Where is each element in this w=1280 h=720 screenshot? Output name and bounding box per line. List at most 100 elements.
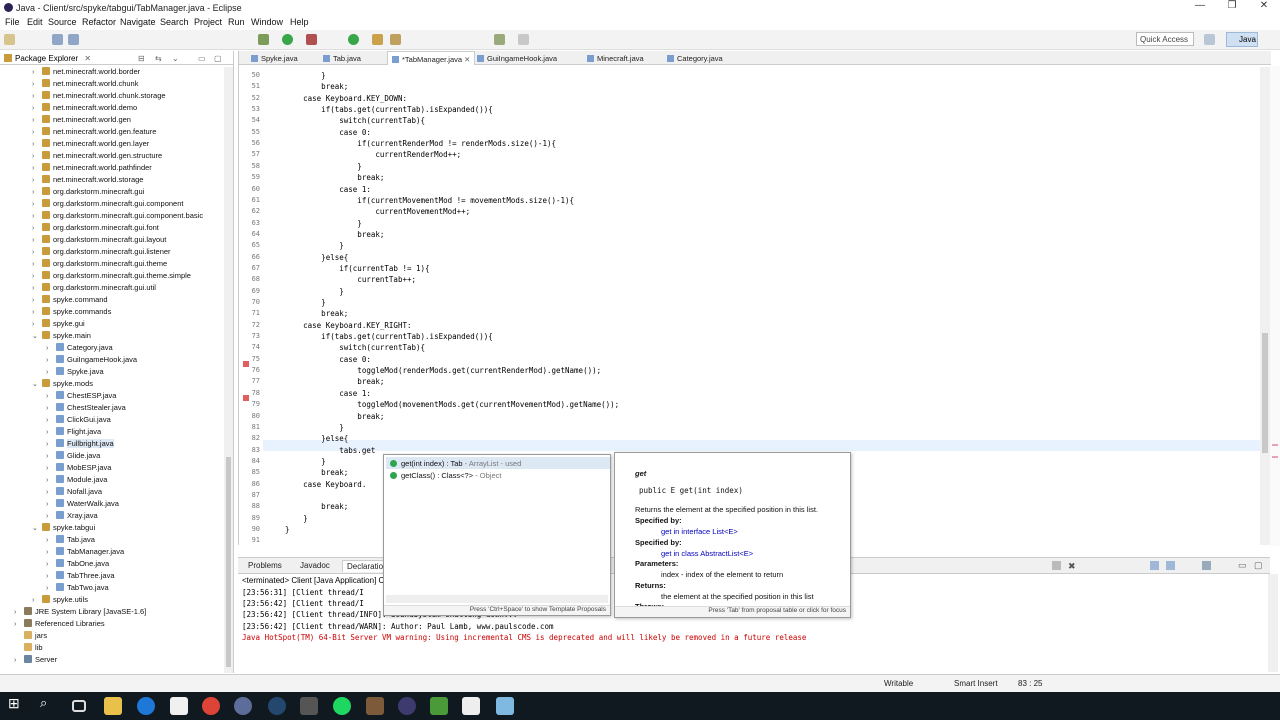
code-line[interactable]: case 1: [267, 389, 371, 398]
expand-toggle-icon[interactable]: › [46, 417, 56, 424]
tree-item-package[interactable]: › org.darkstorm.minecraft.gui.component.b… [32, 211, 203, 223]
tree-item-file[interactable]: › Xray.java [46, 511, 98, 523]
tree-item-file[interactable]: › Flight.java [46, 427, 101, 439]
code-line[interactable]: case Keyboard. [267, 480, 366, 489]
editor-scrollbar[interactable] [1260, 67, 1270, 545]
maximize-view-icon[interactable]: ▢ [214, 54, 222, 63]
tree-item-file[interactable]: › Module.java [46, 475, 107, 487]
tab-problems[interactable]: Problems [244, 560, 286, 571]
code-line[interactable]: currentMovementMod++; [267, 207, 470, 216]
code-line[interactable]: case Keyboard.KEY_DOWN: [267, 94, 407, 103]
expand-toggle-icon[interactable]: › [32, 129, 42, 136]
console-scrollbar[interactable] [1268, 574, 1278, 672]
code-line[interactable]: case Keyboard.KEY_RIGHT: [267, 321, 411, 330]
expand-toggle-icon[interactable]: › [32, 321, 42, 328]
code-line[interactable]: tabs.get [267, 446, 375, 455]
code-line[interactable]: break; [267, 377, 384, 386]
javadoc-specified-by[interactable]: get in interface List<E> [661, 527, 738, 536]
expand-toggle-icon[interactable]: › [32, 285, 42, 292]
editor-tab[interactable]: GuiIngameHook.java [473, 51, 561, 65]
editor-tab[interactable]: *TabManager.java ✕ [387, 51, 476, 65]
tree-item-package[interactable]: › net.minecraft.world.gen.layer [32, 139, 149, 151]
menu-navigate[interactable]: Navigate [120, 17, 156, 27]
new-java-class-icon[interactable] [348, 34, 359, 45]
expand-toggle-icon[interactable]: ⌄ [32, 524, 42, 532]
tree-item-file[interactable]: › GuiIngameHook.java [46, 355, 137, 367]
save-icon[interactable] [52, 34, 63, 45]
collapse-all-icon[interactable]: ⊟ [138, 54, 145, 63]
tree-item-package[interactable]: ⌄ spyke.tabgui [32, 523, 95, 535]
code-line[interactable]: if(currentRenderMod != renderMods.size()… [267, 139, 556, 148]
tree-item-package[interactable]: › org.darkstorm.minecraft.gui.listener [32, 247, 171, 259]
tree-item-package[interactable]: › net.minecraft.world.gen [32, 115, 131, 127]
perspective-java[interactable]: Java [1226, 32, 1258, 47]
code-line[interactable]: if(currentMovementMod != movementMods.si… [267, 196, 574, 205]
expand-toggle-icon[interactable]: › [46, 429, 56, 436]
spotify-icon[interactable] [333, 697, 351, 715]
expand-toggle-icon[interactable]: › [46, 369, 56, 376]
expand-toggle-icon[interactable]: › [46, 357, 56, 364]
expand-toggle-icon[interactable]: › [14, 657, 24, 664]
tree-item-package[interactable]: › net.minecraft.world.border [32, 67, 140, 79]
expand-toggle-icon[interactable]: › [46, 549, 56, 556]
tree-item-package[interactable]: jars [14, 631, 47, 643]
menu-run[interactable]: Run [228, 17, 245, 27]
expand-toggle-icon[interactable]: › [32, 93, 42, 100]
code-line[interactable]: switch(currentTab){ [267, 343, 425, 352]
expand-toggle-icon[interactable]: › [46, 537, 56, 544]
tree-item-file[interactable]: › Tab.java [46, 535, 95, 547]
expand-toggle-icon[interactable]: › [32, 597, 42, 604]
tree-item-package[interactable]: › org.darkstorm.minecraft.gui [32, 187, 144, 199]
open-type-icon[interactable] [372, 34, 383, 45]
tree-item-package[interactable]: › org.darkstorm.minecraft.gui.layout [32, 235, 166, 247]
editor-scrollbar-thumb[interactable] [1262, 333, 1268, 453]
expand-toggle-icon[interactable]: › [32, 213, 42, 220]
code-line[interactable]: break; [267, 82, 348, 91]
menu-file[interactable]: File [5, 17, 20, 27]
code-line[interactable]: break; [267, 309, 348, 318]
tree-item-package[interactable]: › org.darkstorm.minecraft.gui.util [32, 283, 156, 295]
search-icon[interactable]: ⌕ [40, 695, 58, 713]
code-line[interactable]: } [267, 423, 344, 432]
expand-toggle-icon[interactable]: › [14, 621, 24, 628]
editor-tab[interactable]: Tab.java [319, 51, 365, 65]
code-line[interactable]: } [267, 241, 344, 250]
proposal-hscrollbar[interactable] [386, 595, 608, 603]
expand-toggle-icon[interactable]: › [32, 273, 42, 280]
tree-item-package[interactable]: › net.minecraft.world.chunk.storage [32, 91, 166, 103]
expand-toggle-icon[interactable]: › [46, 477, 56, 484]
maximize-button[interactable]: ❐ [1216, 0, 1248, 15]
tree-item-file[interactable]: › Nofall.java [46, 487, 102, 499]
start-icon[interactable]: ⊞ [8, 695, 26, 713]
app-icon[interactable] [496, 697, 514, 715]
tree-item-file[interactable]: › WaterWalk.java [46, 499, 119, 511]
expand-toggle-icon[interactable]: › [32, 69, 42, 76]
tree-item-file[interactable]: › TabTwo.java [46, 583, 109, 595]
menu-project[interactable]: Project [194, 17, 222, 27]
tree-item-package[interactable]: › org.darkstorm.minecraft.gui.theme [32, 259, 167, 271]
chrome-icon[interactable] [202, 697, 220, 715]
expand-toggle-icon[interactable]: › [32, 141, 42, 148]
app-icon[interactable] [430, 697, 448, 715]
tree-item-package[interactable]: › net.minecraft.world.storage [32, 175, 143, 187]
app-icon[interactable] [300, 697, 318, 715]
code-line[interactable]: } [267, 298, 326, 307]
tree-item-file[interactable]: › TabOne.java [46, 559, 109, 571]
tree-item-file[interactable]: › TabManager.java [46, 547, 124, 559]
pin-console-icon[interactable] [1166, 561, 1175, 570]
tree-item-package[interactable]: › net.minecraft.world.gen.structure [32, 151, 162, 163]
minimize-button[interactable]: — [1184, 0, 1216, 15]
debug-icon[interactable] [258, 34, 269, 45]
tree-item-package[interactable]: ⌄ spyke.main [32, 331, 91, 343]
tree-scrollbar[interactable] [224, 67, 233, 673]
editor-tab[interactable]: Minecraft.java [583, 51, 648, 65]
tree-item-package[interactable]: › spyke.utils [32, 595, 88, 607]
forward-icon[interactable] [518, 34, 529, 45]
expand-toggle-icon[interactable]: › [32, 117, 42, 124]
menu-search[interactable]: Search [160, 17, 189, 27]
code-line[interactable]: switch(currentTab){ [267, 116, 425, 125]
quick-access-field[interactable]: Quick Access [1136, 32, 1194, 46]
tree-item-package[interactable]: › net.minecraft.world.pathfinder [32, 163, 152, 175]
open-perspective-icon[interactable] [1204, 34, 1215, 45]
code-line[interactable]: if(tabs.get(currentTab).isExpanded()){ [267, 105, 493, 114]
